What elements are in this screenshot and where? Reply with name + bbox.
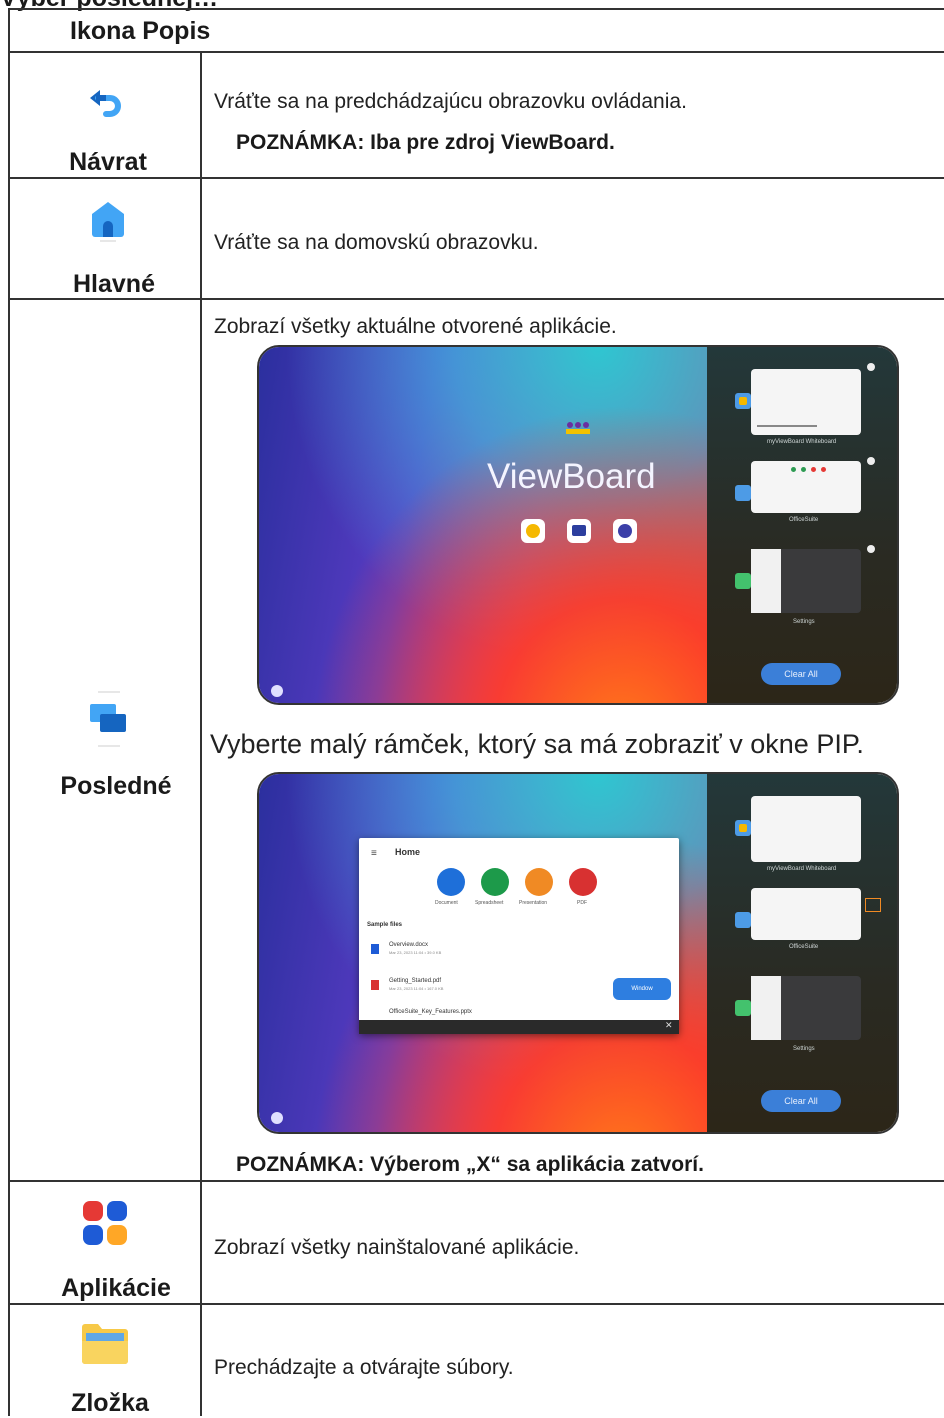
folder-icon xyxy=(80,1321,130,1367)
desc-zlozka: Prechádzajte a otvárajte súbory. xyxy=(214,1356,514,1379)
pip-window-bar xyxy=(359,1020,679,1034)
menu-icon[interactable]: ≡ xyxy=(371,848,377,859)
recent-apps-panel: myViewBoard Whiteboard OfficeSuite Setti… xyxy=(707,774,897,1132)
close-icon[interactable] xyxy=(867,545,875,553)
corner-button[interactable] xyxy=(271,1112,283,1124)
note-navrat: POZNÁMKA: Iba pre zdroj ViewBoard. xyxy=(236,131,615,154)
tile-label-document: Document xyxy=(435,900,458,906)
label-hlavne: Hlavné xyxy=(73,270,155,298)
recent-card-2[interactable] xyxy=(751,888,861,940)
apps-grid-icon xyxy=(82,1200,128,1246)
file-icon-docx xyxy=(371,944,379,954)
back-arrow-icon xyxy=(84,78,128,122)
wallpaper xyxy=(259,347,711,703)
recent-card-3-title: Settings xyxy=(793,1046,815,1052)
pip-frame-highlight[interactable] xyxy=(865,898,881,912)
desc-navrat: Vráťte sa na predchádzajúcu obrazovku ov… xyxy=(214,90,687,113)
recent-card-1-title: myViewBoard Whiteboard xyxy=(767,439,837,445)
close-icon[interactable] xyxy=(867,363,875,371)
recent-card-2-app-icon xyxy=(735,485,751,501)
pip-window[interactable]: ≡ Home Document Spreadsheet Presentation… xyxy=(359,838,679,1034)
pip-screenshot: ≡ Home Document Spreadsheet Presentation… xyxy=(257,772,899,1134)
header-bottom-border xyxy=(8,51,944,53)
launcher-app-1 xyxy=(521,519,545,543)
table-column-divider xyxy=(200,52,202,1416)
note-posledne: POZNÁMKA: Výberom „X“ sa aplikácia zatvo… xyxy=(236,1153,704,1176)
recent-card-3-title: Settings xyxy=(793,619,815,625)
window-title: Home xyxy=(395,847,421,857)
spreadsheet-tile[interactable] xyxy=(481,868,509,896)
desc-aplikacie: Zobrazí všetky nainštalované aplikácie. xyxy=(214,1236,580,1259)
recent-card-2-title: OfficeSuite xyxy=(789,944,819,950)
recent-card-1-title: myViewBoard Whiteboard xyxy=(767,866,837,872)
file-icon-pdf xyxy=(371,980,379,990)
desc-posledne: Zobrazí všetky aktuálne otvorené aplikác… xyxy=(214,315,617,338)
viewboard-logo-icon xyxy=(565,421,591,435)
recent-card-1[interactable] xyxy=(751,369,861,435)
cut-off-title: Výber poslednej… xyxy=(0,0,218,13)
close-icon[interactable] xyxy=(867,457,875,465)
desc2-posledne: Vyberte malý rámček, ktorý sa má zobrazi… xyxy=(210,729,864,759)
tile-label-pdf: PDF xyxy=(577,900,587,906)
recent-card-2-title: OfficeSuite xyxy=(789,517,819,523)
close-icon[interactable]: ✕ xyxy=(665,1020,673,1031)
recent-apps-screenshot: ViewBoard myViewBoard Whiteboard OfficeS… xyxy=(257,345,899,705)
desc-hlavne: Vráťte sa na domovskú obrazovku. xyxy=(214,231,539,254)
row-divider-1 xyxy=(8,177,944,179)
clear-all-button[interactable]: Clear All xyxy=(761,1090,841,1112)
window-button[interactable]: Window xyxy=(613,978,671,1000)
file-meta-2: Mar 23, 2023 11:04 • 167.0 KB xyxy=(389,986,444,991)
label-aplikacie: Aplikácie xyxy=(61,1274,171,1302)
label-navrat: Návrat xyxy=(69,148,147,176)
table-top-border xyxy=(8,8,944,10)
row-divider-4 xyxy=(8,1303,944,1305)
file-name-2[interactable]: Getting_Started.pdf xyxy=(389,978,441,984)
recent-card-2[interactable] xyxy=(751,461,861,513)
pdf-tile[interactable] xyxy=(569,868,597,896)
corner-button[interactable] xyxy=(271,685,283,697)
table-header: Ikona Popis xyxy=(70,17,211,45)
row-divider-3 xyxy=(8,1180,944,1182)
clear-all-button[interactable]: Clear All xyxy=(761,663,841,685)
recent-card-3-app-icon xyxy=(735,1000,751,1016)
recent-card-3-app-icon xyxy=(735,573,751,589)
recent-card-3[interactable] xyxy=(751,549,861,613)
recent-card-1[interactable] xyxy=(751,796,861,862)
document-tile[interactable] xyxy=(437,868,465,896)
recent-card-1-app-icon xyxy=(735,820,751,836)
recent-card-2-app-icon xyxy=(735,912,751,928)
file-name-3[interactable]: OfficeSuite_Key_Features.pptx xyxy=(389,1009,472,1015)
brand-title: ViewBoard xyxy=(487,457,656,496)
launcher-app-2 xyxy=(567,519,591,543)
recent-windows-icon xyxy=(86,690,130,750)
launcher-app-3 xyxy=(613,519,637,543)
presentation-tile[interactable] xyxy=(525,868,553,896)
recent-card-1-app-icon xyxy=(735,393,751,409)
file-meta-1: Mar 23, 2023 11:04 • 39.0 KB xyxy=(389,950,442,955)
sample-files-header: Sample files xyxy=(367,922,403,928)
home-icon xyxy=(88,196,128,244)
table-left-border xyxy=(8,8,10,1416)
recent-apps-panel: myViewBoard Whiteboard OfficeSuite Setti… xyxy=(707,347,897,703)
recent-card-3[interactable] xyxy=(751,976,861,1040)
file-name-1[interactable]: Overview.docx xyxy=(389,942,428,948)
label-posledne: Posledné xyxy=(60,772,172,800)
tile-label-presentation: Presentation xyxy=(519,900,548,906)
tile-label-spreadsheet: Spreadsheet xyxy=(475,900,504,906)
label-zlozka: Zložka xyxy=(71,1389,149,1417)
